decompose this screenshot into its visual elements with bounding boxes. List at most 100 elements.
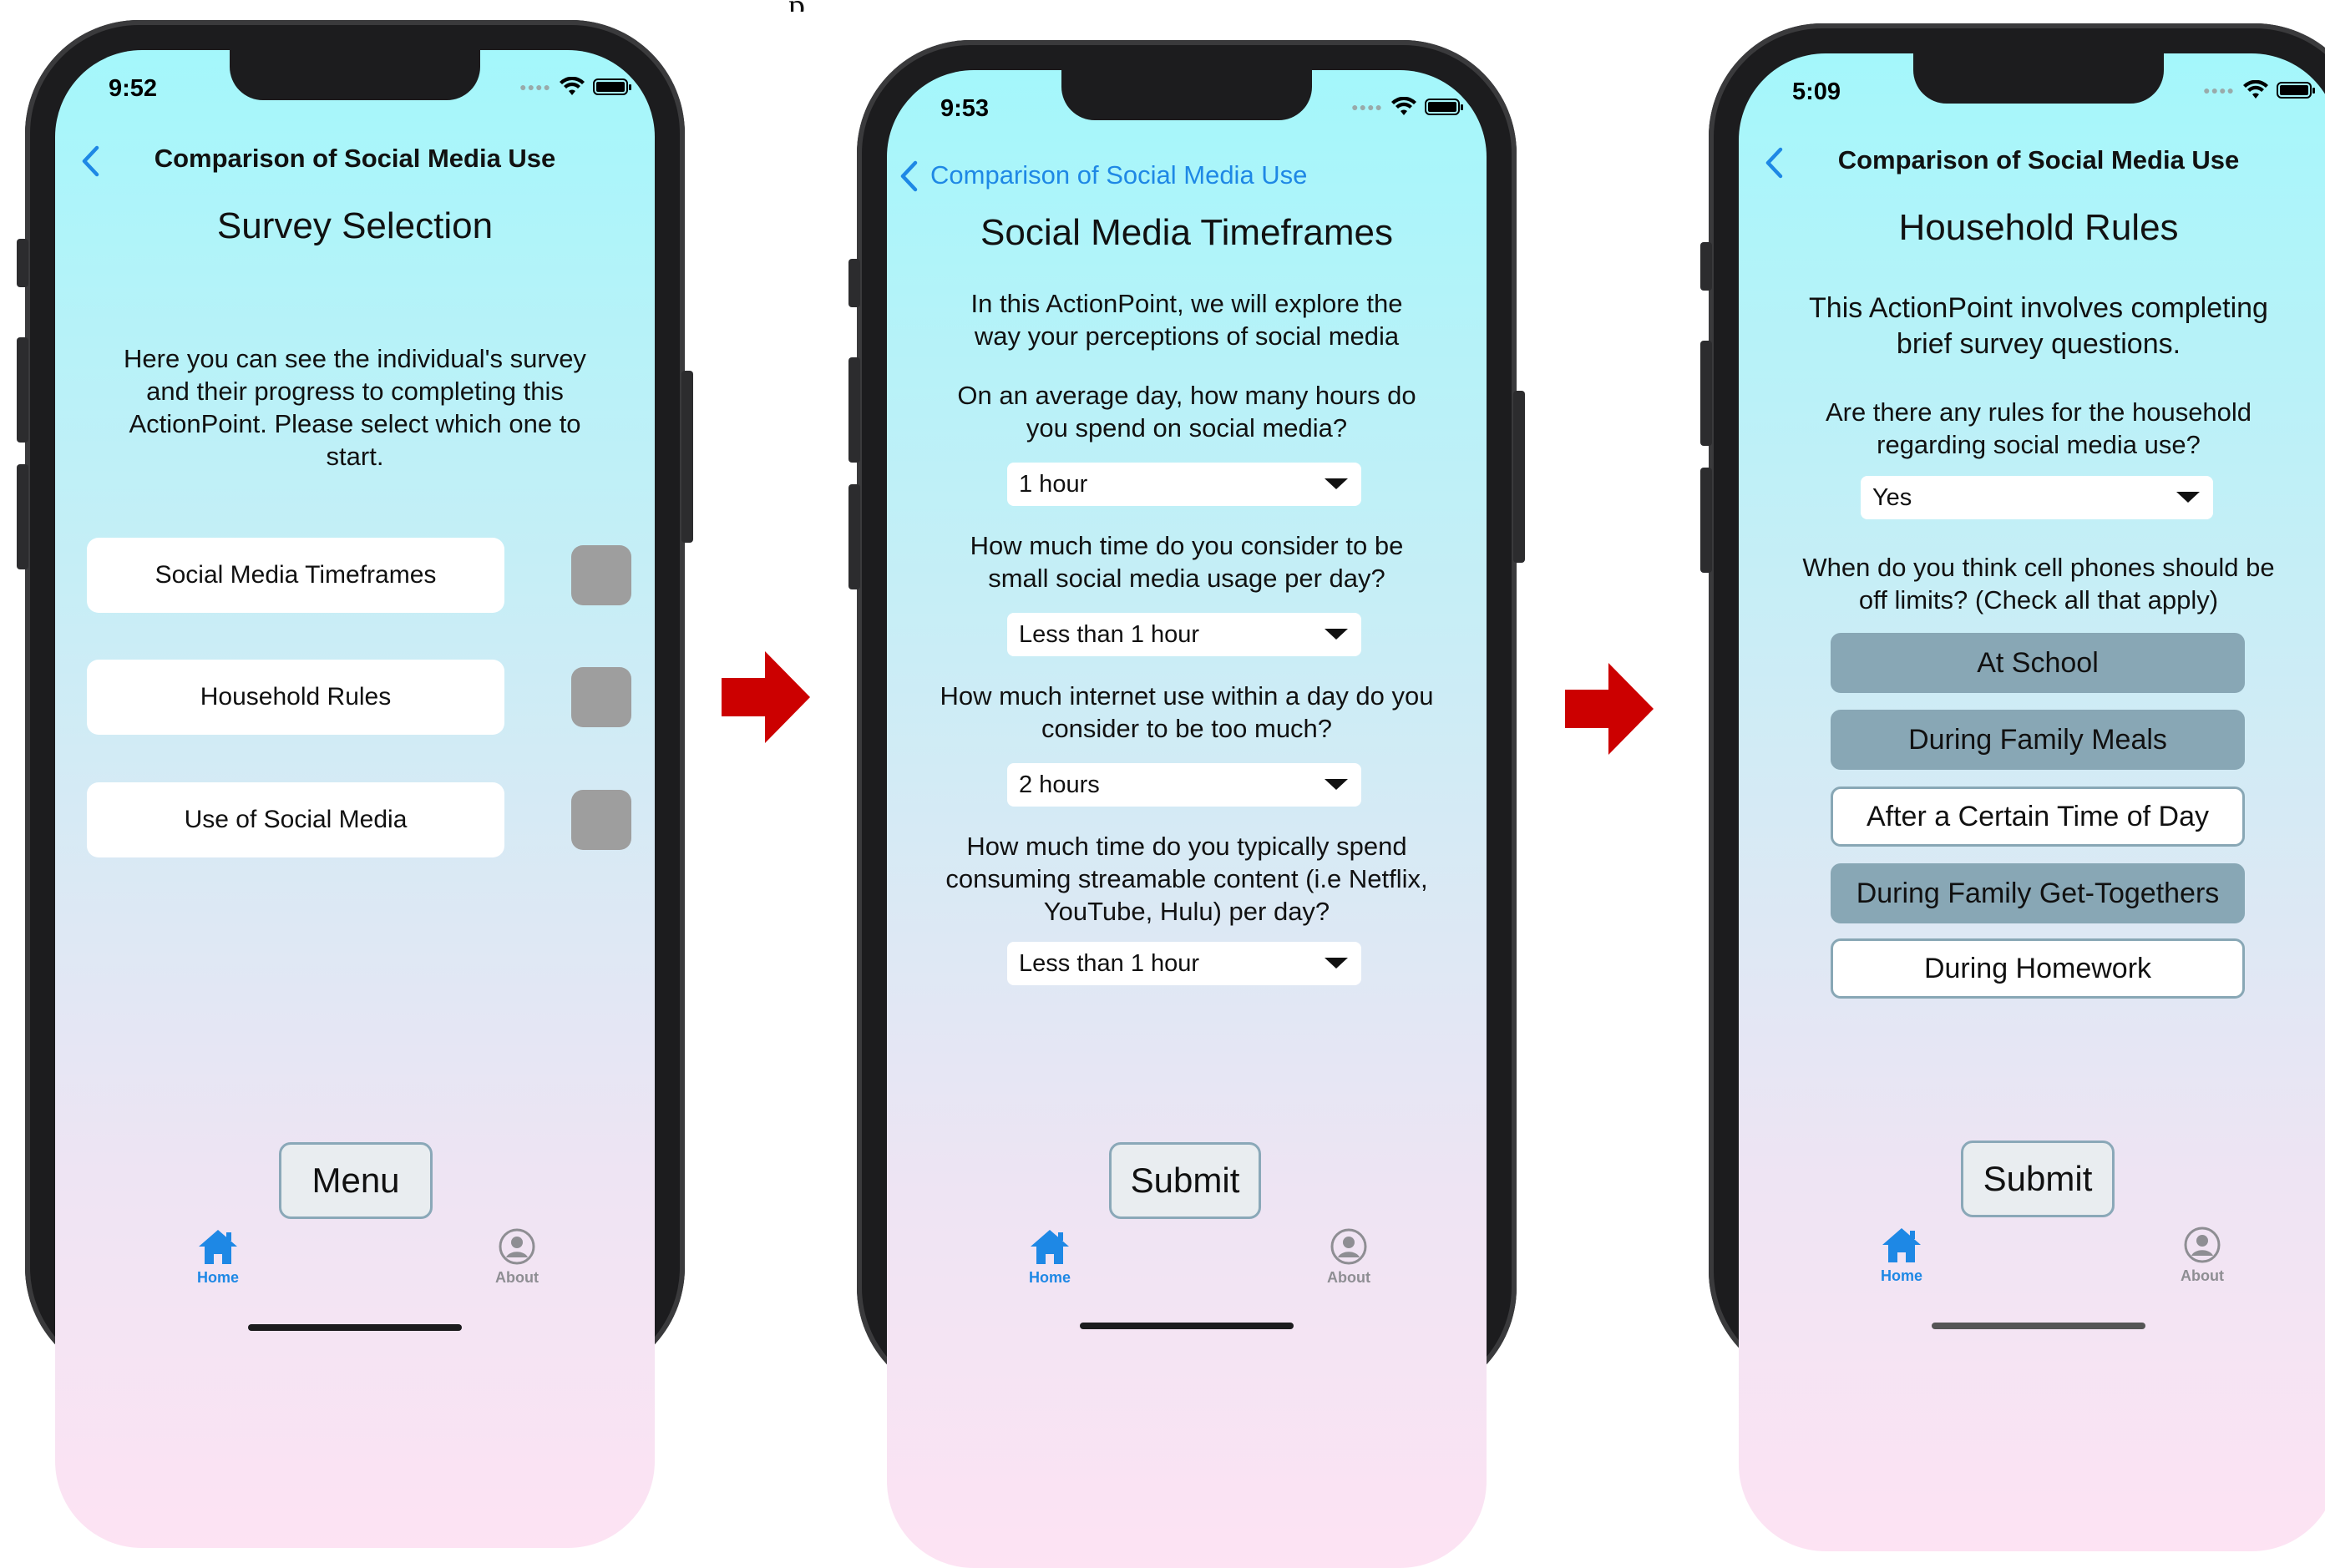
nav-title: Comparison of Social Media Use [1837, 145, 2240, 175]
nav-title: Comparison of Social Media Use [154, 144, 556, 173]
question-4: How much time do you typically spend con… [945, 832, 1428, 926]
option-during-family-meals[interactable]: During Family Meals [1831, 710, 2245, 770]
option-at-school[interactable]: At School [1831, 633, 2245, 693]
dropdown-caret-icon [2176, 492, 2200, 503]
survey-label: Household Rules [200, 683, 392, 711]
side-button [17, 337, 28, 443]
home-indicator [1932, 1323, 2145, 1329]
selected-value: 1 hour [1019, 470, 1088, 498]
home-indicator [248, 1324, 462, 1331]
page-title: Survey Selection [216, 205, 494, 246]
question-2: How much time do you consider to be smal… [970, 531, 1404, 593]
answer-select-1[interactable]: 1 hour [1007, 463, 1361, 506]
person-circle-icon [1330, 1228, 1367, 1265]
description: Here you can see the individual's survey… [124, 344, 586, 471]
question-off-limits: When do you think cell phones should be … [1802, 553, 2275, 615]
wifi-icon [2243, 80, 2268, 99]
survey-button-household-rules[interactable]: Household Rules [87, 660, 504, 735]
side-button [1513, 391, 1525, 563]
side-button [681, 371, 693, 543]
survey-button-social-media-timeframes[interactable]: Social Media Timeframes [87, 538, 504, 613]
tab-home[interactable]: Home [1864, 1226, 1939, 1285]
home-indicator [1080, 1323, 1294, 1329]
intro-text: In this ActionPoint, we will explore the… [970, 289, 1403, 351]
person-circle-icon [499, 1228, 535, 1265]
dropdown-caret-icon [1325, 779, 1348, 790]
dropdown-caret-icon [1325, 478, 1348, 489]
side-button [848, 259, 860, 307]
battery-icon [593, 78, 631, 95]
home-icon [1882, 1228, 1921, 1262]
intro-text: This ActionPoint involves completing bri… [1809, 292, 2268, 360]
question-1: On an average day, how many hours do you… [957, 381, 1416, 443]
battery-icon [2277, 82, 2315, 99]
question-household-rules: Are there any rules for the household re… [1825, 397, 2252, 459]
cropped-caption-glyph: p [788, 0, 822, 12]
wifi-icon [560, 77, 585, 95]
home-icon [1031, 1230, 1069, 1264]
selected-value: Less than 1 hour [1019, 620, 1200, 648]
menu-button[interactable]: Menu [279, 1142, 433, 1219]
tab-about-label: About [495, 1269, 539, 1286]
submit-button[interactable]: Submit [1109, 1142, 1261, 1219]
notch [1061, 70, 1312, 120]
answer-select-2[interactable]: Less than 1 hour [1007, 613, 1361, 656]
home-icon [199, 1230, 237, 1264]
back-button-label[interactable]: Comparison of Social Media Use [930, 160, 1307, 190]
answer-select-household-rules[interactable]: Yes [1861, 476, 2213, 519]
back-chevron-icon[interactable] [899, 160, 919, 192]
survey-label: Use of Social Media [184, 806, 408, 833]
option-label: During Family Meals [1908, 723, 2167, 756]
tab-about[interactable]: About [1311, 1227, 1386, 1287]
phone-social-media-timeframes: 9:53 ●●●● Comparison of Social Media Use… [848, 40, 1525, 1568]
wifi-icon [1391, 97, 1416, 115]
option-label: During Family Get-Togethers [1856, 877, 2220, 909]
phone-household-rules: 5:09 ●●●● Comparison of Social Media Use… [1700, 23, 2325, 1551]
option-label: During Homework [1923, 952, 2152, 984]
status-time: 5:09 [1792, 78, 1841, 105]
selected-value: Yes [1872, 483, 1912, 511]
option-label: After a Certain Time of Day [1866, 800, 2210, 832]
signal-icon: ●●●● [2203, 83, 2235, 97]
answer-select-3[interactable]: 2 hours [1007, 763, 1361, 807]
option-during-homework[interactable]: During Homework [1831, 938, 2245, 999]
survey-progress-indicator [571, 545, 631, 605]
tab-about[interactable]: About [2165, 1226, 2240, 1285]
arrow-right-icon [722, 651, 810, 743]
status-time: 9:52 [109, 75, 158, 102]
survey-button-use-of-social-media[interactable]: Use of Social Media [87, 782, 504, 857]
battery-icon [1425, 99, 1463, 115]
status-icons: ●●●● [2203, 80, 2315, 100]
arrow-right-icon [1565, 663, 1654, 755]
answer-select-4[interactable]: Less than 1 hour [1007, 942, 1361, 985]
option-label: At School [1977, 646, 2099, 679]
tab-about-label: About [2181, 1267, 2224, 1284]
signal-icon: ●●●● [519, 80, 551, 94]
side-button [848, 357, 860, 463]
dropdown-caret-icon [1325, 958, 1348, 969]
tab-about[interactable]: About [479, 1227, 555, 1287]
tab-home[interactable]: Home [1012, 1227, 1087, 1287]
notch [230, 50, 480, 100]
person-circle-icon [2184, 1227, 2221, 1263]
question-3: How much internet use within a day do yo… [940, 681, 1434, 743]
side-button [17, 239, 28, 287]
tab-home[interactable]: Home [180, 1227, 256, 1287]
tab-about-label: About [1327, 1269, 1370, 1286]
screen: 5:09 ●●●● Comparison of Social Media Use… [1739, 53, 2325, 1551]
option-during-family-get-togethers[interactable]: During Family Get-Togethers [1831, 863, 2245, 923]
page-title: Social Media Timeframes [980, 212, 1393, 253]
tab-home-label: Home [1880, 1267, 1922, 1284]
survey-progress-indicator [571, 667, 631, 727]
side-button [848, 484, 860, 589]
page-title: Household Rules [1898, 207, 2179, 248]
side-button [17, 464, 28, 569]
selected-value: 2 hours [1019, 771, 1100, 798]
notch [1913, 53, 2164, 104]
side-button [1700, 242, 1712, 291]
selected-value: Less than 1 hour [1019, 949, 1200, 977]
side-button [1700, 468, 1712, 573]
submit-button[interactable]: Submit [1961, 1141, 2115, 1217]
option-after-certain-time[interactable]: After a Certain Time of Day [1831, 787, 2245, 847]
screen: 9:53 ●●●● Comparison of Social Media Use… [887, 70, 1487, 1568]
